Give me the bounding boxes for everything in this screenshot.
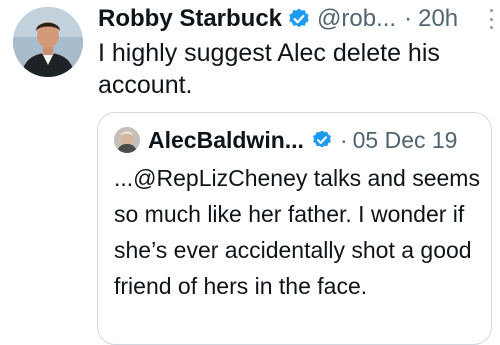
quoted-tweet-text: ...@RepLizCheney talks and seems so much… bbox=[114, 165, 487, 299]
tweet-header: Robby Starbuck @rob... · 20h bbox=[98, 2, 458, 36]
verified-badge-icon bbox=[287, 7, 311, 31]
author-handle[interactable]: @rob... bbox=[317, 2, 396, 36]
quoted-author-avatar[interactable] bbox=[114, 127, 140, 153]
quoted-tweet-header: AlecBaldwin... · 05 Dec 19 bbox=[114, 123, 457, 157]
quoted-author-name[interactable]: AlecBaldwin... bbox=[148, 123, 304, 157]
quoted-tweet[interactable]: AlecBaldwin... · 05 Dec 19 ...@RepLizChe… bbox=[97, 112, 492, 345]
quoted-separator-dot: · bbox=[339, 127, 348, 153]
more-options-icon[interactable] bbox=[488, 9, 494, 29]
quoted-tweet-date[interactable]: 05 Dec 19 bbox=[353, 123, 458, 157]
tweet-text: I highly suggest Alec delete his account… bbox=[98, 39, 447, 99]
author-avatar[interactable] bbox=[13, 7, 83, 77]
tweet-timestamp[interactable]: 20h bbox=[418, 2, 458, 36]
quoted-verified-badge-icon bbox=[311, 129, 333, 151]
author-avatar-image bbox=[13, 7, 83, 77]
tweet[interactable]: Robby Starbuck @rob... · 20h I highly su… bbox=[0, 0, 500, 345]
author-name[interactable]: Robby Starbuck bbox=[98, 2, 282, 36]
separator-dot: · bbox=[404, 5, 413, 32]
quoted-author-avatar-image bbox=[114, 127, 140, 153]
